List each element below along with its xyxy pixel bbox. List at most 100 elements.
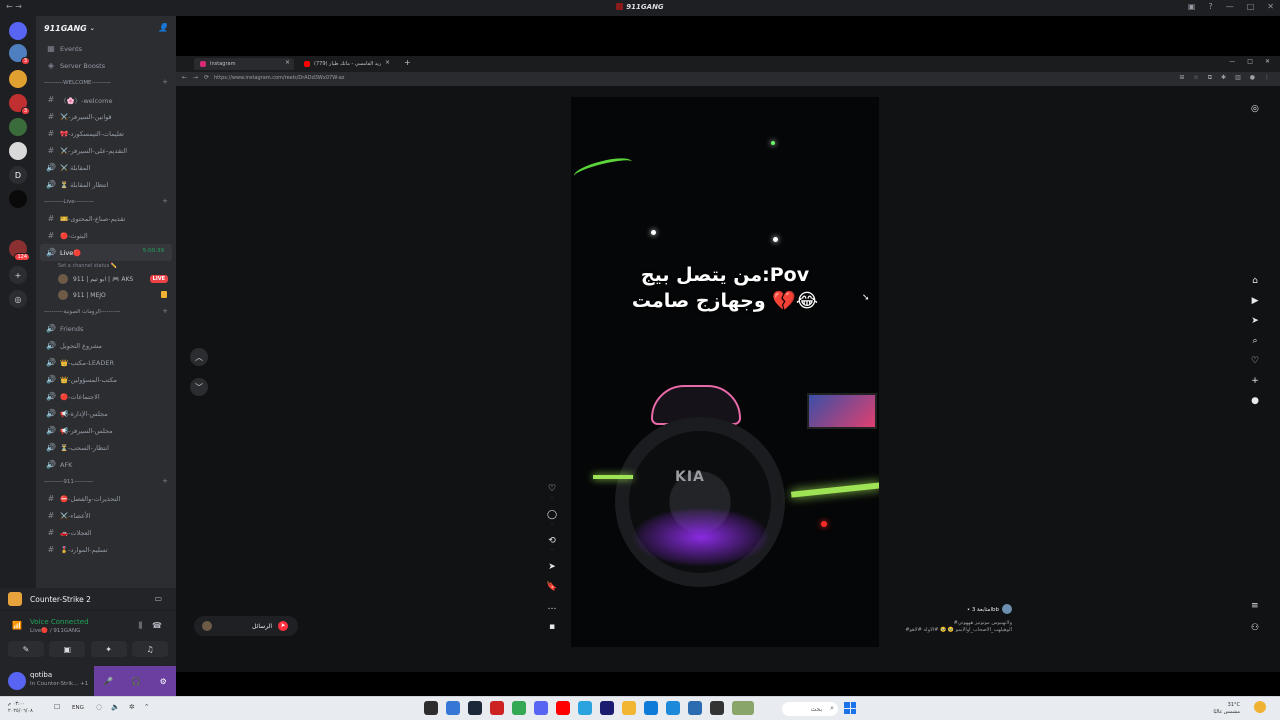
- channel-item[interactable]: 🔊 ⚔️ المقابلة: [36, 159, 176, 176]
- windows-start-icon[interactable]: [844, 702, 856, 714]
- chevron-up-icon[interactable]: ⌃: [144, 703, 150, 711]
- disconnect-icon[interactable]: ☎: [152, 621, 162, 631]
- gear-icon[interactable]: ⚙: [160, 677, 167, 686]
- channel-item[interactable]: 🔊 ⏳ انتظار المقابلة: [36, 176, 176, 193]
- app-folder-icon[interactable]: [622, 701, 636, 715]
- tab-instagram[interactable]: Instagram ×: [194, 58, 294, 70]
- add-channel-icon[interactable]: +: [162, 78, 168, 86]
- channel-item[interactable]: 🔊 📢-مجلس-الإدارة: [36, 405, 176, 422]
- tab-second[interactable]: (779) ريد الفامسي - ماتك طيار ×: [298, 58, 394, 70]
- channel-item[interactable]: # ⛔-التحذيرات-والفصل: [36, 490, 176, 507]
- profile-icon[interactable]: ●: [1250, 74, 1255, 82]
- add-channel-icon[interactable]: +: [162, 477, 168, 485]
- channel-status[interactable]: Set a channel status ✏️: [36, 261, 176, 271]
- stream-stage[interactable]: Instagram × (779) ريد الفامسي - ماتك طيار…: [176, 16, 1280, 696]
- app-game-icon[interactable]: [490, 701, 504, 715]
- reel-video[interactable]: من يتصل بيج:Pov وجهازج صامت 💔😂 KIA: [571, 97, 879, 647]
- app-terminal-icon[interactable]: [424, 701, 438, 715]
- wifi-icon[interactable]: ◌: [96, 703, 102, 711]
- extension-icon[interactable]: ⧉: [1208, 74, 1212, 82]
- app-steam-icon[interactable]: [468, 701, 482, 715]
- language-indicator[interactable]: ENG: [72, 705, 84, 711]
- help-icon[interactable]: ?: [1208, 2, 1212, 11]
- app-edge-icon[interactable]: [644, 701, 658, 715]
- messages-button[interactable]: الرسائل ➤: [194, 616, 298, 636]
- close-tab-icon[interactable]: ×: [285, 59, 290, 66]
- app-obs-icon[interactable]: [600, 701, 614, 715]
- server-server-avatar-3[interactable]: 3: [9, 94, 30, 115]
- weather-widget[interactable]: 31°C مشمس غالبًا: [1213, 702, 1240, 716]
- discover-icon[interactable]: ◎: [9, 290, 27, 308]
- nav-arrows-icon[interactable]: ←→⟳: [182, 74, 215, 81]
- search-icon[interactable]: ⌕: [1253, 336, 1258, 346]
- server-server-letter-d[interactable]: D: [9, 166, 27, 184]
- audio-thumbnail-icon[interactable]: ▪: [549, 622, 555, 632]
- create-icon[interactable]: +: [1251, 376, 1259, 386]
- translate-icon[interactable]: ⊞: [1179, 74, 1184, 82]
- channel-item[interactable]: # 🎀-تعليمات-التيمسكورد: [36, 125, 176, 142]
- channel-item[interactable]: # 🚗-العجلات: [36, 524, 176, 541]
- category-header[interactable]: —-------WELCOME-------— +: [36, 74, 176, 91]
- server-server-avatar-2[interactable]: [9, 70, 27, 88]
- add-channel-icon[interactable]: +: [162, 307, 168, 315]
- star-icon[interactable]: ☆: [1193, 74, 1198, 82]
- channel-item[interactable]: # ⚔️-التقديم-على-السيرفر: [36, 142, 176, 159]
- voice-status[interactable]: Voice Connected: [30, 618, 89, 626]
- soundboard-button[interactable]: ♫: [131, 641, 168, 657]
- share-icon[interactable]: ➤: [548, 562, 556, 572]
- app-youtube-icon[interactable]: [556, 701, 570, 715]
- channel-item[interactable]: # 〈🌸〉-welcome: [36, 91, 176, 108]
- reels-icon[interactable]: ▶: [1252, 296, 1259, 306]
- camera-button[interactable]: ✎: [8, 641, 44, 657]
- search-input[interactable]: بحث ⌕: [782, 702, 838, 716]
- channel-item[interactable]: 🔊 ⏳-انتظار-السحب: [36, 439, 176, 456]
- voice-member[interactable]: 911 | MEJO: [36, 287, 176, 303]
- activity-panel[interactable]: Counter-Strike 2 ▭: [0, 588, 176, 610]
- notification-icon[interactable]: ☐: [54, 703, 60, 711]
- chevron-down-icon[interactable]: ﹀: [190, 378, 208, 396]
- server-server-avatar-5[interactable]: [9, 142, 27, 160]
- channel-item[interactable]: 🔊 مشروع التحويل: [36, 337, 176, 354]
- channel-item[interactable]: # 🎫-تقديم-صناع-المحتوى: [36, 210, 176, 227]
- channel-item[interactable]: # ⚔️-الأعضاء: [36, 507, 176, 524]
- app-telegram-icon[interactable]: [578, 701, 592, 715]
- app-game-thumbnail-icon[interactable]: [732, 701, 754, 715]
- screen-share-button[interactable]: ▣: [49, 641, 86, 657]
- heart-icon[interactable]: ♡: [548, 484, 556, 494]
- clock[interactable]: ٠٣:٠٠ م ٢٠٢٥/٠٦/٠٨: [8, 701, 33, 715]
- comment-icon[interactable]: ◯: [547, 510, 557, 520]
- hamburger-menu-icon[interactable]: ≡: [1251, 601, 1259, 611]
- channel-item[interactable]: 🔊 Friends: [36, 320, 176, 337]
- maximize-button[interactable]: □: [1247, 2, 1255, 11]
- add-server-icon[interactable]: +: [9, 266, 27, 284]
- screen-share-icon[interactable]: ▭: [154, 594, 162, 603]
- microphone-icon[interactable]: 🎤: [103, 677, 113, 686]
- chevron-up-icon[interactable]: ︿: [190, 348, 208, 366]
- repost-icon[interactable]: ⟲: [548, 536, 556, 546]
- channel-item[interactable]: 🔊 👑-مكتب-المسؤولين: [36, 371, 176, 388]
- minimize-button[interactable]: —: [1226, 2, 1234, 11]
- split-icon[interactable]: ▥: [1235, 74, 1241, 82]
- category-header[interactable]: —-------Live-------— +: [36, 193, 176, 210]
- menu-icon[interactable]: ⋮: [1264, 74, 1270, 82]
- close-icon[interactable]: ✕: [1265, 58, 1270, 65]
- guild-header[interactable]: 911GANG ⌄ 👤: [36, 16, 176, 40]
- app-chrome-icon[interactable]: [512, 701, 526, 715]
- close-button[interactable]: ✕: [1267, 2, 1274, 11]
- server-server-avatar-6[interactable]: [9, 190, 27, 208]
- heart-icon[interactable]: ♡: [1251, 356, 1259, 366]
- add-member-icon[interactable]: 👤: [158, 23, 168, 32]
- maximize-icon[interactable]: □: [1247, 58, 1253, 65]
- messages-icon[interactable]: ➤: [1251, 316, 1259, 326]
- server-server-avatar-4[interactable]: [9, 118, 27, 136]
- app-discord-icon[interactable]: [534, 701, 548, 715]
- channel-item[interactable]: 🔊 👑-مكتب-LEADER: [36, 354, 176, 371]
- headphones-icon[interactable]: 🎧: [131, 677, 141, 686]
- bookmark-icon[interactable]: 🔖: [546, 582, 557, 592]
- voice-member[interactable]: 911 | ابو تيم | 🎮 AKS LIVE: [36, 271, 176, 287]
- profile-icon[interactable]: ●: [1251, 396, 1259, 406]
- more-icon[interactable]: …: [548, 602, 557, 612]
- meta-icon[interactable]: ⚇: [1251, 623, 1259, 633]
- minimize-icon[interactable]: —: [1229, 58, 1235, 65]
- puzzle-icon[interactable]: ✱: [1221, 74, 1226, 82]
